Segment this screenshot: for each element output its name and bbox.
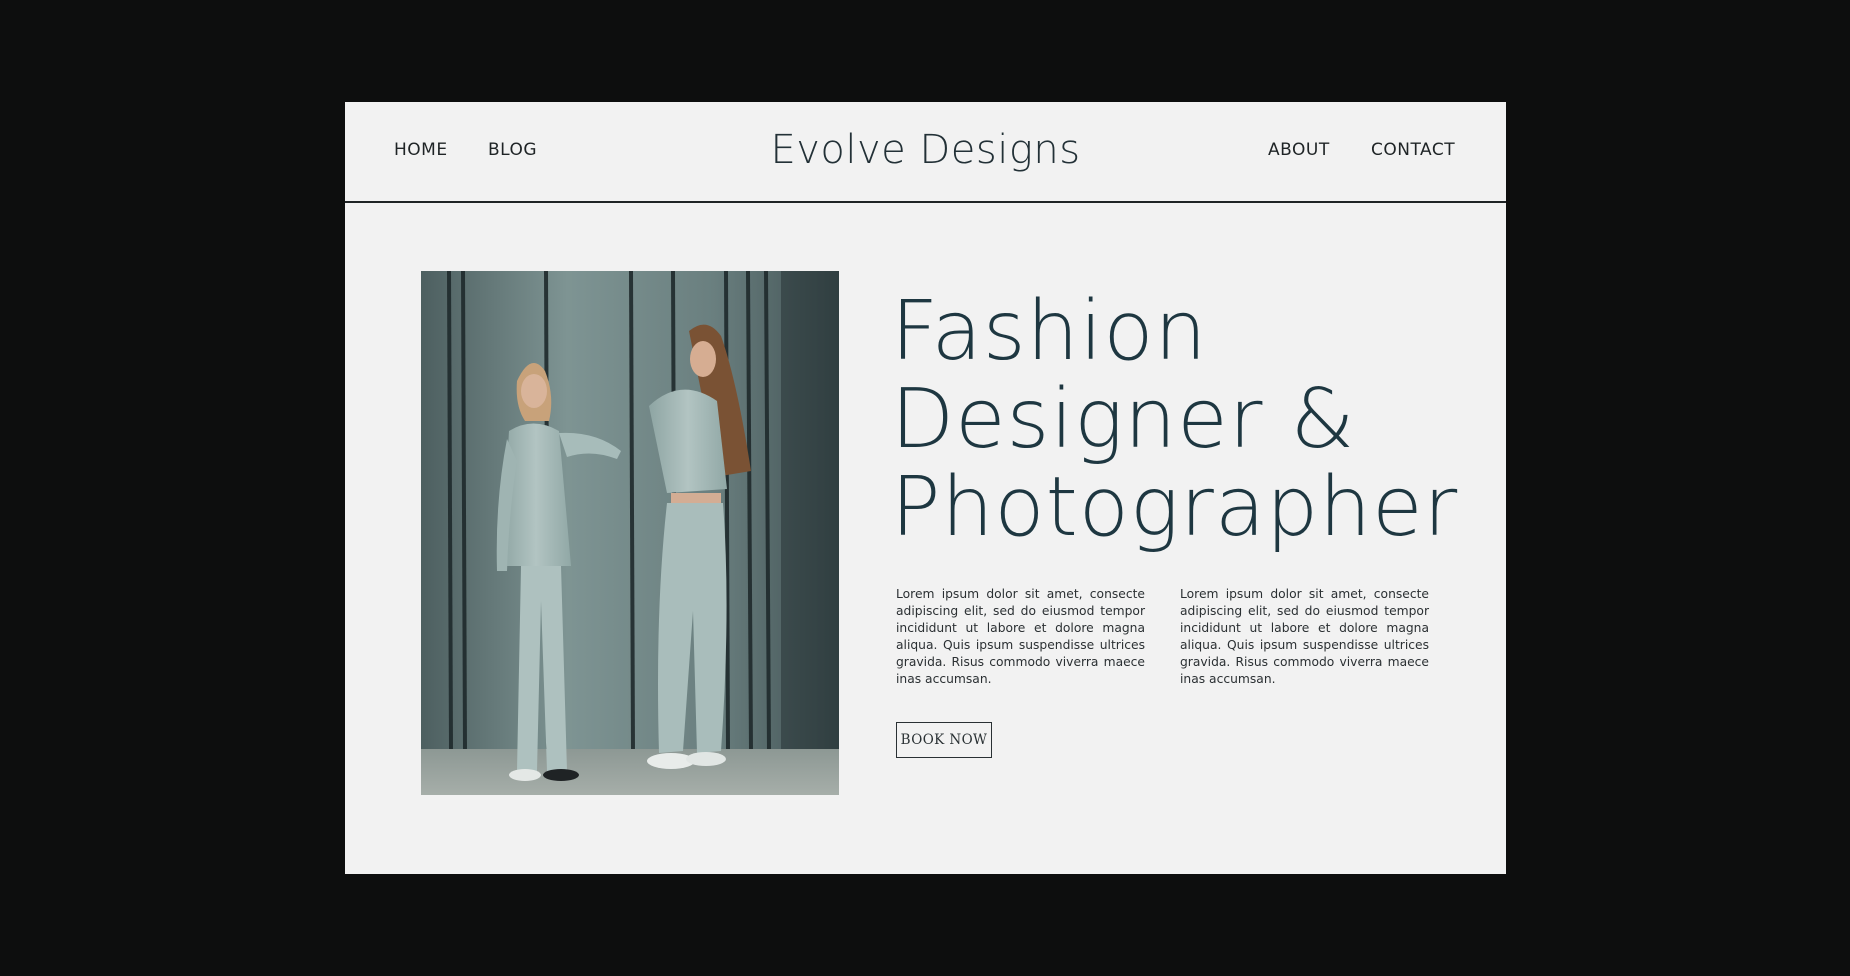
hero-paragraph: Lorem ipsum dolor sit amet, consecte adi… (896, 587, 1145, 686)
nav-blog-link[interactable]: BLOG (488, 142, 537, 159)
headline-line: Fashion (891, 284, 1208, 379)
hero-photo (421, 271, 839, 795)
headline-line: Designer & (891, 372, 1356, 467)
hero-photo-illustration (421, 271, 839, 795)
nav-contact-link[interactable]: CONTACT (1371, 142, 1455, 159)
hero-headline: Fashion Designer & Photographer (891, 284, 1459, 555)
site-header: HOME BLOG Evolve Designs ABOUT CONTACT (345, 102, 1506, 203)
nav-about-link[interactable]: ABOUT (1268, 142, 1330, 159)
book-now-button[interactable]: BOOK NOW (896, 722, 992, 758)
page-card: HOME BLOG Evolve Designs ABOUT CONTACT F… (345, 102, 1506, 874)
headline-line: Photographer (891, 460, 1459, 555)
hero-paragraph: Lorem ipsum dolor sit amet, consecte adi… (1180, 587, 1429, 686)
nav-home-link[interactable]: HOME (394, 142, 448, 159)
brand-name[interactable]: Evolve Designs (770, 127, 1080, 173)
